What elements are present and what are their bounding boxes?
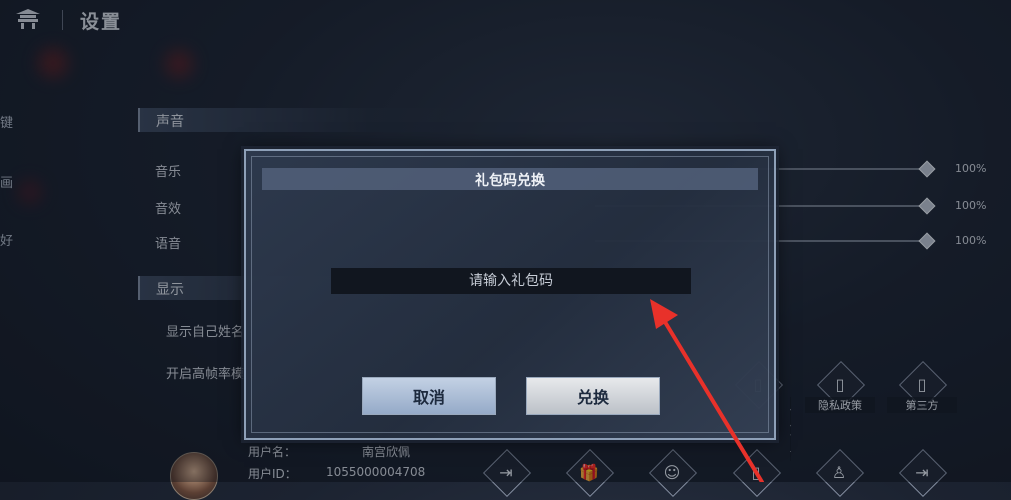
annotation-arrow [650,299,764,482]
cancel-button[interactable]: 取消 [362,377,496,415]
dialog-title-bar: 礼包码兑换 [262,168,758,190]
gift-code-input[interactable] [331,268,691,294]
dialog-title: 礼包码兑换 [475,173,545,189]
